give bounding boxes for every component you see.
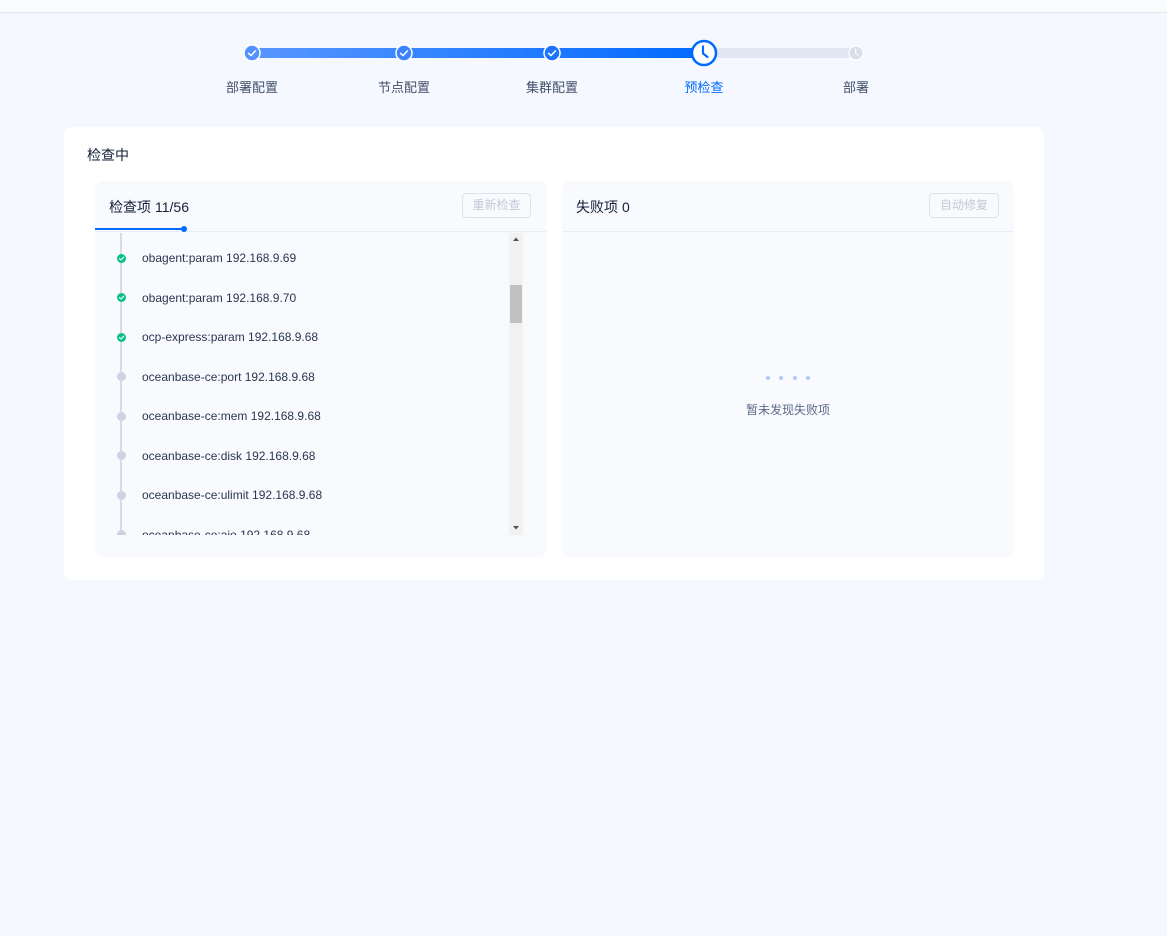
check-item-label: oceanbase-ce:aio 192.168.9.68 [142,527,311,535]
clock-icon [848,45,864,61]
check-item: oceanbase-ce:disk 192.168.9.68 [95,436,509,476]
steps-track-done [252,48,704,58]
steps-bar: 部署配置 节点配置 集群配置 预检查 部署 [0,14,1167,110]
check-items-header: 检查项 11/56 重新检查 [95,181,547,232]
failed-items-panel: 失败项 0 自动修复 暂未发现失败项 [562,181,1014,557]
step-label: 集群配置 [525,80,578,95]
check-items-list: obagent:param 192.168.9.69 obagent:param … [95,233,509,535]
check-item-label: oceanbase-ce:port 192.168.9.68 [142,369,315,384]
check-pending-icon [116,490,126,500]
step-label: 预检查 [684,80,724,95]
check-progress-dot [180,226,187,232]
check-progress-bar [95,226,187,232]
check-pending-icon [116,411,126,421]
check-circle-icon [395,44,413,62]
check-pending-icon [116,530,126,535]
auto-fix-button[interactable]: 自动修复 [929,193,999,218]
check-item: oceanbase-ce:aio 192.168.9.68 [95,515,509,535]
step-label: 部署 [842,80,869,95]
step-label: 节点配置 [377,80,430,95]
check-item-label: obagent:param 192.168.9.69 [142,251,297,266]
check-circle-icon [543,44,561,62]
step-deploy-config: 部署配置 [192,14,312,104]
check-items-title: 检查项 11/56 [109,197,189,217]
check-item: obagent:param 192.168.9.69 [95,239,509,279]
step-deploy: 部署 [796,14,916,104]
scrollbar-thumb[interactable] [510,284,522,323]
check-passed-icon [116,332,126,342]
precheck-card: 检查中 检查项 11/56 重新检查 obagent:param 192.168.… [64,127,1044,580]
check-circle-icon [243,44,261,62]
failed-items-title: 失败项 0 [576,197,630,217]
card-title: 检查中 [87,147,129,163]
check-item: ocp-express:param 192.168.9.68 [95,318,509,358]
check-item-label: oceanbase-ce:disk 192.168.9.68 [142,448,316,463]
check-item-label: ocp-express:param 192.168.9.68 [142,330,319,345]
check-pending-icon [116,372,126,382]
check-item-label: oceanbase-ce:mem 192.168.9.68 [142,409,321,424]
check-items-count: 11/56 [155,199,189,215]
step-precheck: 预检查 [644,14,764,104]
check-item-label: oceanbase-ce:ulimit 192.168.9.68 [142,488,323,503]
check-items-panel: 检查项 11/56 重新检查 obagent:param 192.168.9.69… [95,181,547,557]
check-passed-icon [116,253,126,263]
step-cluster-config: 集群配置 [492,14,612,104]
clock-icon [690,39,718,67]
failed-items-header: 失败项 0 自动修复 [562,181,1014,232]
check-item: oceanbase-ce:port 192.168.9.68 [95,357,509,397]
scroll-down-arrow-icon[interactable] [509,521,523,535]
check-item-label: obagent:param 192.168.9.70 [142,290,297,305]
loading-dots-icon [562,376,1014,380]
check-items-title-text: 检查项 [109,199,151,215]
check-list-scrollbar[interactable] [509,233,523,535]
check-item: oceanbase-ce:mem 192.168.9.68 [95,397,509,437]
scroll-up-arrow-icon[interactable] [509,233,523,247]
top-header-strip [0,0,1167,13]
step-node-config: 节点配置 [344,14,464,104]
empty-state-text: 暂未发现失败项 [745,403,830,417]
failed-items-title-text: 失败项 [576,199,618,215]
check-item: obagent:param 192.168.9.70 [95,278,509,318]
check-passed-icon [116,293,126,303]
recheck-button[interactable]: 重新检查 [462,193,531,218]
check-pending-icon [116,451,126,461]
step-label: 部署配置 [225,80,278,95]
check-item: oceanbase-ce:ulimit 192.168.9.68 [95,476,509,516]
failed-items-count: 0 [622,199,630,215]
check-items-timeline: obagent:param 192.168.9.69 obagent:param … [95,239,509,535]
